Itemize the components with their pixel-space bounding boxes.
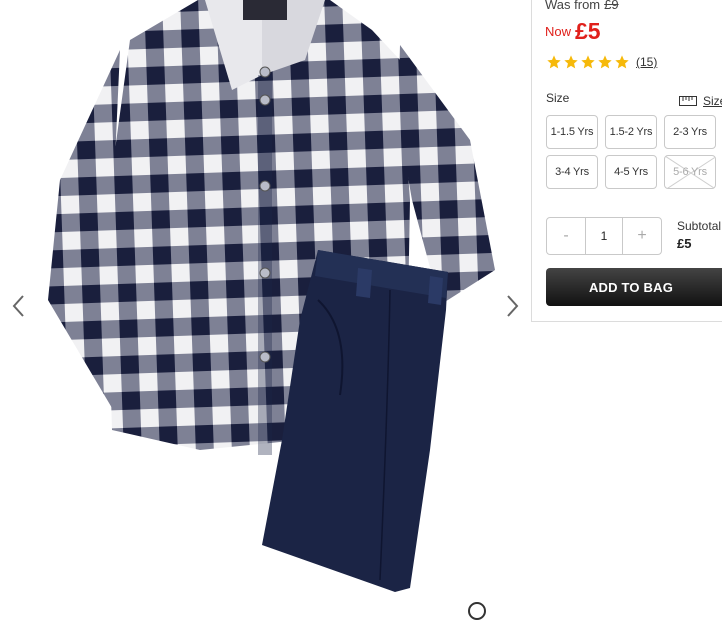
now-price: Now £5 [545,18,601,45]
size-option-label: 4-5 Yrs [614,166,648,178]
size-option-label: 5-6 Yrs [673,166,707,178]
size-option-label: 3-4 Yrs [555,166,589,178]
size-option-label: 1.5-2 Yrs [609,126,653,138]
product-image [48,0,495,592]
ruler-icon [679,96,697,106]
size-label: Size [546,91,570,105]
was-label: Was from [545,0,601,12]
was-price: Was from £9 [545,0,619,12]
carousel-dot[interactable] [468,602,486,620]
chevron-left-icon [12,295,24,317]
quantity-increase-button[interactable]: + [623,218,661,254]
star-rating[interactable]: (15) [546,54,657,70]
product-image-gallery [0,0,532,620]
size-option-label: 1-1.5 Yrs [550,126,594,138]
size-option-1.5-2-yrs[interactable]: 1.5-2 Yrs [605,115,657,149]
size-guide-link[interactable]: Size [679,94,722,108]
star-icon [598,55,612,69]
add-to-bag-button[interactable]: ADD TO BAG [546,268,722,306]
review-count-link[interactable]: (15) [636,55,657,69]
subtotal-label: Subtotal [677,219,722,233]
chevron-right-icon [507,295,519,317]
size-option-5-6-yrs-unavailable[interactable]: 5-6 Yrs [664,155,716,189]
star-icon [547,55,561,69]
star-icon [615,55,629,69]
now-price-value: £5 [575,18,601,44]
now-label: Now [545,24,572,39]
size-option-3-4-yrs[interactable]: 3-4 Yrs [546,155,598,189]
star-icon [564,55,578,69]
star-icon [581,55,595,69]
size-guide-label: Size [703,94,722,108]
previous-image-button[interactable] [6,292,30,320]
size-option-1-1.5-yrs[interactable]: 1-1.5 Yrs [546,115,598,149]
size-option-4-5-yrs[interactable]: 4-5 Yrs [605,155,657,189]
quantity-input[interactable]: 1 [585,218,623,254]
quantity-stepper: - 1 + [546,217,662,255]
size-option-2-3-yrs[interactable]: 2-3 Yrs [664,115,716,149]
size-option-label: 2-3 Yrs [673,126,707,138]
next-image-button[interactable] [501,292,525,320]
quantity-decrease-button[interactable]: - [547,218,585,254]
subtotal-value: £5 [677,236,692,251]
was-price-value: £9 [604,0,619,12]
